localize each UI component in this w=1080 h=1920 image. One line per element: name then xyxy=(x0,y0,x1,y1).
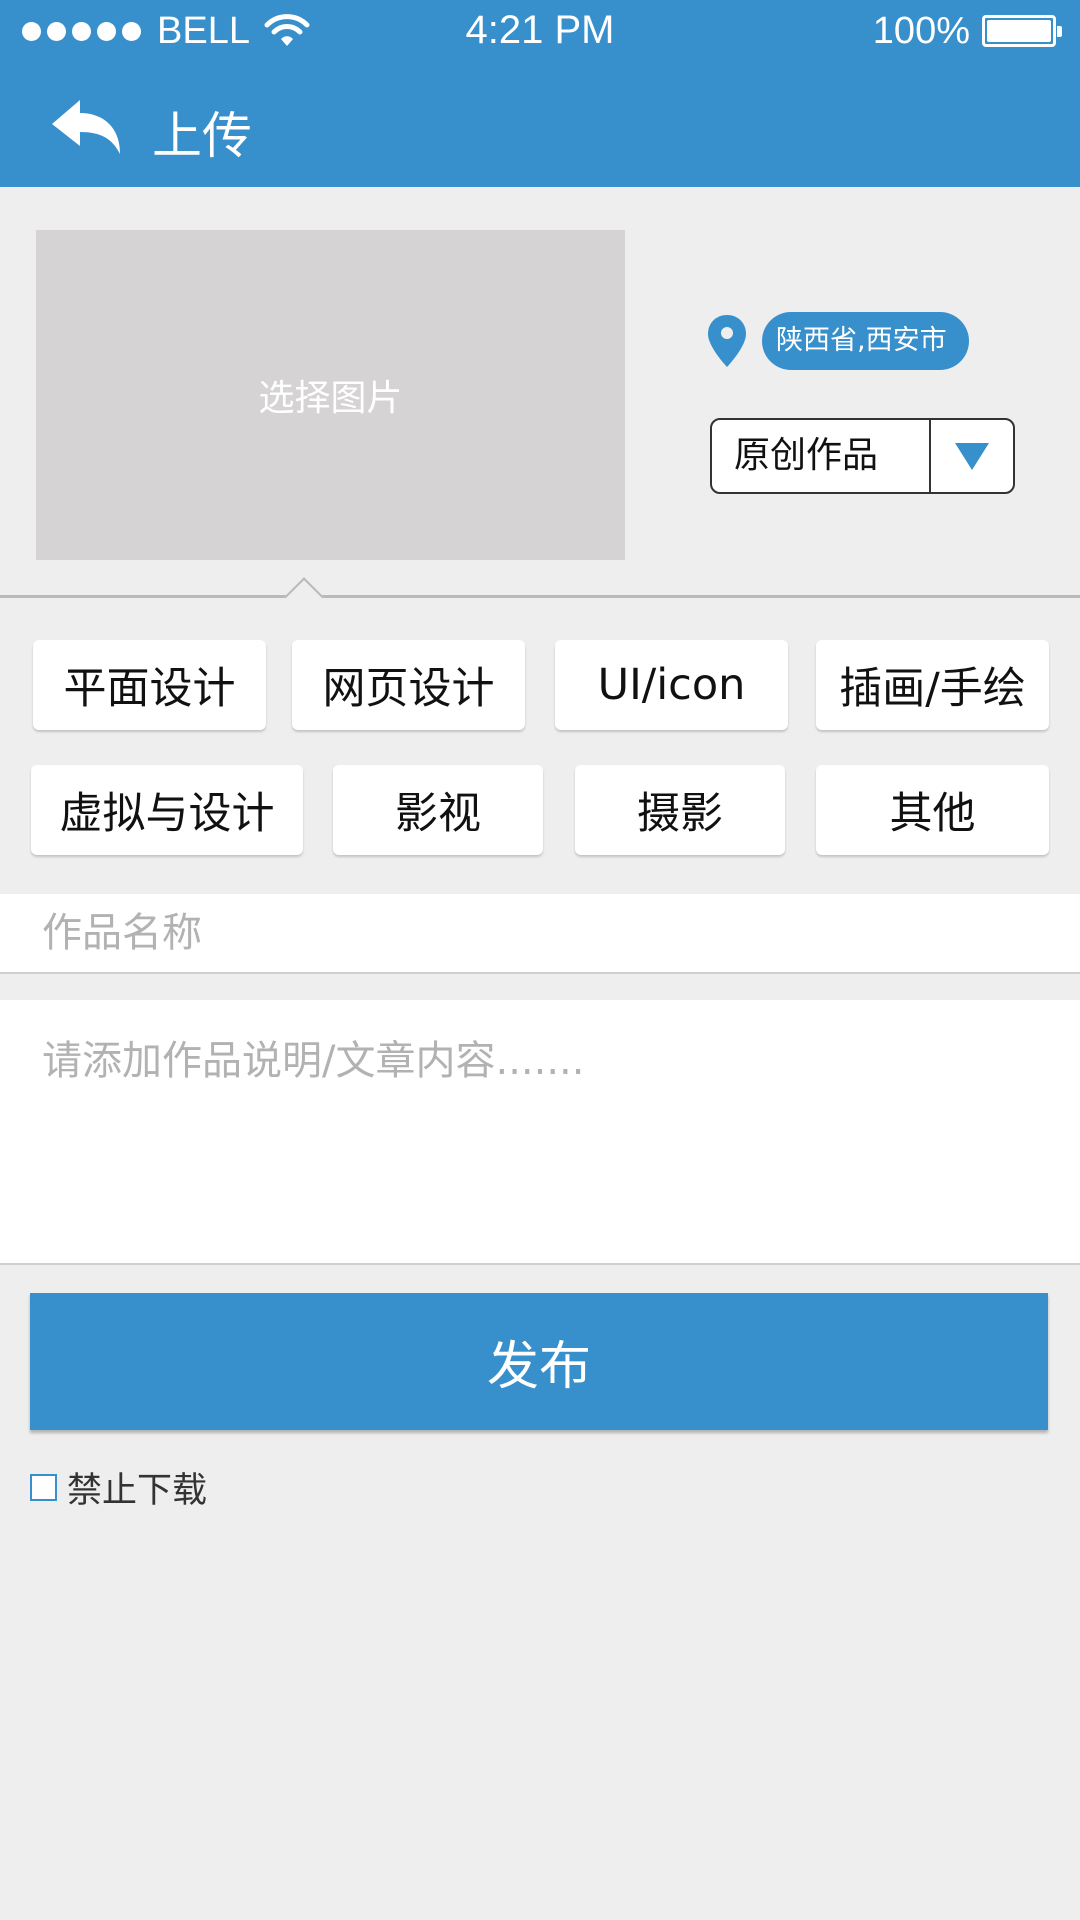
dropdown-toggle[interactable] xyxy=(931,420,1013,492)
no-download-label: 禁止下载 xyxy=(67,1471,208,1511)
no-download-checkbox[interactable] xyxy=(30,1474,57,1501)
divider-pointer xyxy=(284,577,324,617)
header-bar: BELL 4:21 PM 100% 上传 xyxy=(0,0,1080,187)
category-film[interactable]: 影视 xyxy=(333,765,543,855)
battery-percentage: 100% xyxy=(872,9,970,52)
category-virtual-design[interactable]: 虚拟与设计 xyxy=(31,765,303,855)
status-bar-right: 100% xyxy=(872,8,1062,54)
category-web-design[interactable]: 网页设计 xyxy=(292,640,525,730)
battery-icon xyxy=(982,15,1062,47)
work-type-value: 原创作品 xyxy=(712,420,931,492)
category-other[interactable]: 其他 xyxy=(816,765,1049,855)
no-download-option[interactable]: 禁止下载 xyxy=(30,1462,207,1513)
location-text: 陕西省,西安市 xyxy=(762,312,969,370)
category-graphic-design[interactable]: 平面设计 xyxy=(33,640,266,730)
divider xyxy=(0,595,1080,598)
category-illustration[interactable]: 插画/手绘 xyxy=(816,640,1049,730)
map-pin-icon xyxy=(708,315,746,367)
triangle-down-icon xyxy=(955,443,989,470)
publish-button[interactable]: 发布 xyxy=(30,1293,1048,1430)
category-photography[interactable]: 摄影 xyxy=(575,765,785,855)
description-input[interactable] xyxy=(0,1000,1080,1263)
work-name-input[interactable] xyxy=(0,894,1080,972)
category-ui-icon[interactable]: UI/icon xyxy=(555,640,788,730)
page-title: 上传 xyxy=(152,107,252,165)
image-picker[interactable]: 选择图片 xyxy=(36,230,625,560)
work-name-row xyxy=(0,894,1080,974)
location-tag[interactable]: 陕西省,西安市 xyxy=(706,312,969,370)
image-picker-label: 选择图片 xyxy=(258,378,403,419)
back-arrow-icon[interactable] xyxy=(50,98,124,158)
work-type-dropdown[interactable]: 原创作品 xyxy=(710,418,1015,494)
description-row xyxy=(0,1000,1080,1265)
